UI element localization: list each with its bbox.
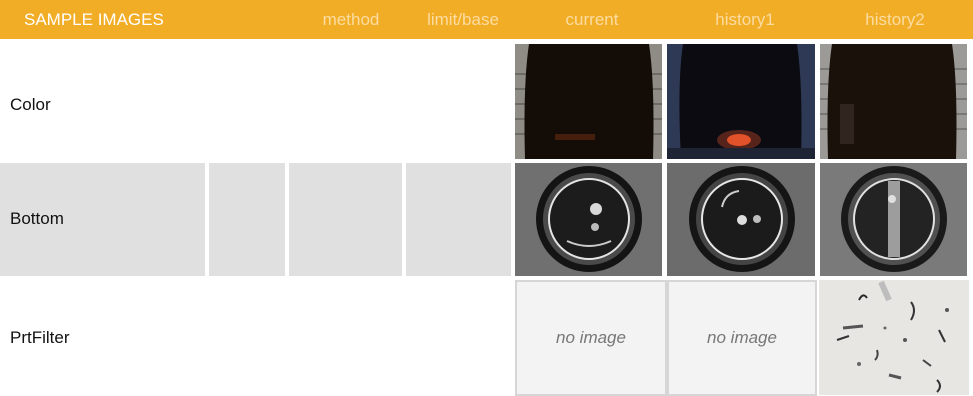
prtfilter-history2-image[interactable] <box>819 280 969 395</box>
no-image-text: no image <box>556 328 626 347</box>
bottom-limit-base-cell <box>406 163 511 276</box>
prtfilter-history1-placeholder: no image <box>667 280 817 396</box>
column-header-current: current <box>565 10 619 29</box>
row-label-bottom: Bottom <box>10 209 64 228</box>
header-title: SAMPLE IMAGES <box>24 10 164 29</box>
no-image-text: no image <box>707 328 777 347</box>
column-header-method: method <box>322 10 380 29</box>
bottom-empty-cell-1 <box>209 163 285 276</box>
row-label-color: Color <box>10 95 51 114</box>
color-history2-image[interactable] <box>820 44 967 159</box>
header-bar: SAMPLE IMAGES method limit/base current … <box>0 0 973 39</box>
prtfilter-current-placeholder: no image <box>515 280 667 396</box>
bottom-history2-image[interactable] <box>820 163 967 276</box>
bottom-current-image[interactable] <box>515 163 662 276</box>
bottom-method-cell <box>289 163 402 276</box>
color-history1-image[interactable] <box>667 44 815 159</box>
column-header-history1: history1 <box>715 10 775 29</box>
color-current-image[interactable] <box>515 44 662 159</box>
row-label-prtfilter: PrtFilter <box>10 328 70 347</box>
column-header-history2: history2 <box>865 10 925 29</box>
bottom-history1-image[interactable] <box>667 163 815 276</box>
column-header-limit-base: limit/base <box>427 10 499 29</box>
